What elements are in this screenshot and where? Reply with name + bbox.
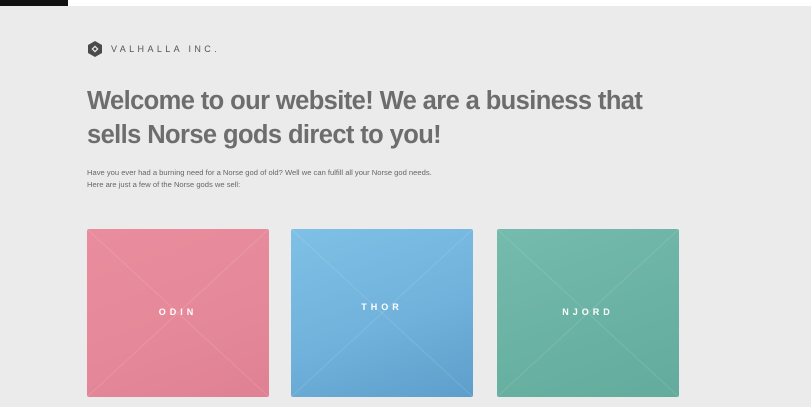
placeholder-cross-icon	[291, 229, 473, 397]
intro-line-2: Here are just a few of the Norse gods we…	[87, 180, 241, 189]
site-logo[interactable]: VALHALLA INC.	[88, 41, 220, 57]
product-card-njord[interactable]: NJORD	[497, 229, 679, 397]
card-title: NJORD	[562, 307, 614, 317]
intro-paragraph: Have you ever had a burning need for a N…	[87, 167, 557, 191]
intro-line-1: Have you ever had a burning need for a N…	[87, 168, 432, 177]
logo-text: VALHALLA INC.	[111, 44, 221, 54]
product-card-thor[interactable]: THOR	[291, 229, 473, 397]
product-card-odin[interactable]: ODIN	[87, 229, 269, 397]
hexagon-diamond-icon	[88, 41, 102, 57]
card-title: THOR	[361, 302, 403, 312]
card-title: ODIN	[158, 307, 198, 317]
page-title: Welcome to our website! We are a busines…	[87, 87, 643, 149]
